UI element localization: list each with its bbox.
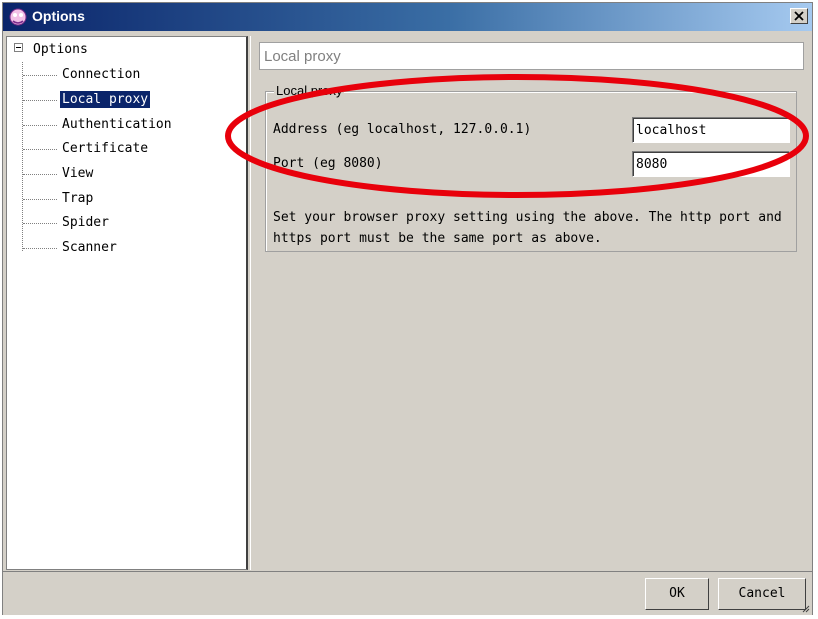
tree-item-label: Local proxy: [60, 91, 151, 108]
tree-item-connection[interactable]: Connection: [23, 65, 223, 85]
panel-header-text: Local proxy: [264, 48, 341, 65]
tree-item-label: Trap: [62, 191, 94, 206]
address-label: Address (eg localhost, 127.0.0.1): [273, 122, 532, 137]
port-input[interactable]: [632, 151, 790, 177]
close-button[interactable]: [790, 8, 808, 24]
tree-item-label: View: [62, 166, 94, 181]
window-title: Options: [32, 8, 85, 24]
resize-grip-icon[interactable]: [802, 605, 810, 613]
tree-item-label: Spider: [62, 215, 109, 230]
port-label: Port (eg 8080): [273, 156, 383, 171]
cancel-button[interactable]: Cancel: [718, 578, 806, 610]
content-panel: Local proxy Local proxy Address (eg loca…: [250, 36, 811, 570]
local-proxy-group: Local proxy Address (eg localhost, 127.0…: [265, 83, 797, 252]
tree-item-label: Scanner: [62, 240, 117, 255]
tree-item-authentication[interactable]: Authentication: [23, 115, 223, 135]
tree-item-view[interactable]: View: [23, 164, 223, 184]
panel-header: Local proxy: [259, 42, 804, 70]
ok-button[interactable]: OK: [645, 578, 709, 610]
address-input[interactable]: [632, 117, 790, 143]
tree-item-scanner[interactable]: Scanner: [23, 238, 223, 258]
options-window: Options Options Connection Local proxy A…: [2, 2, 813, 615]
tree-item-label: Certificate: [62, 141, 149, 156]
options-tree[interactable]: Options Connection Local proxy Authentic…: [6, 36, 248, 570]
tree-item-local-proxy[interactable]: Local proxy: [23, 90, 223, 110]
tree-item-label: Connection: [62, 67, 141, 82]
help-text: Set your browser proxy setting using the…: [273, 210, 782, 246]
button-bar: OK Cancel: [3, 571, 812, 615]
group-title: Local proxy: [274, 83, 345, 98]
tree-root-options[interactable]: Options: [33, 42, 88, 57]
tree-item-label: Authentication: [62, 117, 172, 132]
app-icon: [8, 7, 28, 27]
tree-item-trap[interactable]: Trap: [23, 189, 223, 209]
close-icon: [794, 11, 804, 21]
tree-item-certificate[interactable]: Certificate: [23, 139, 223, 159]
collapse-icon[interactable]: [14, 43, 23, 52]
tree-item-spider[interactable]: Spider: [23, 213, 223, 233]
title-bar[interactable]: Options: [3, 3, 812, 31]
